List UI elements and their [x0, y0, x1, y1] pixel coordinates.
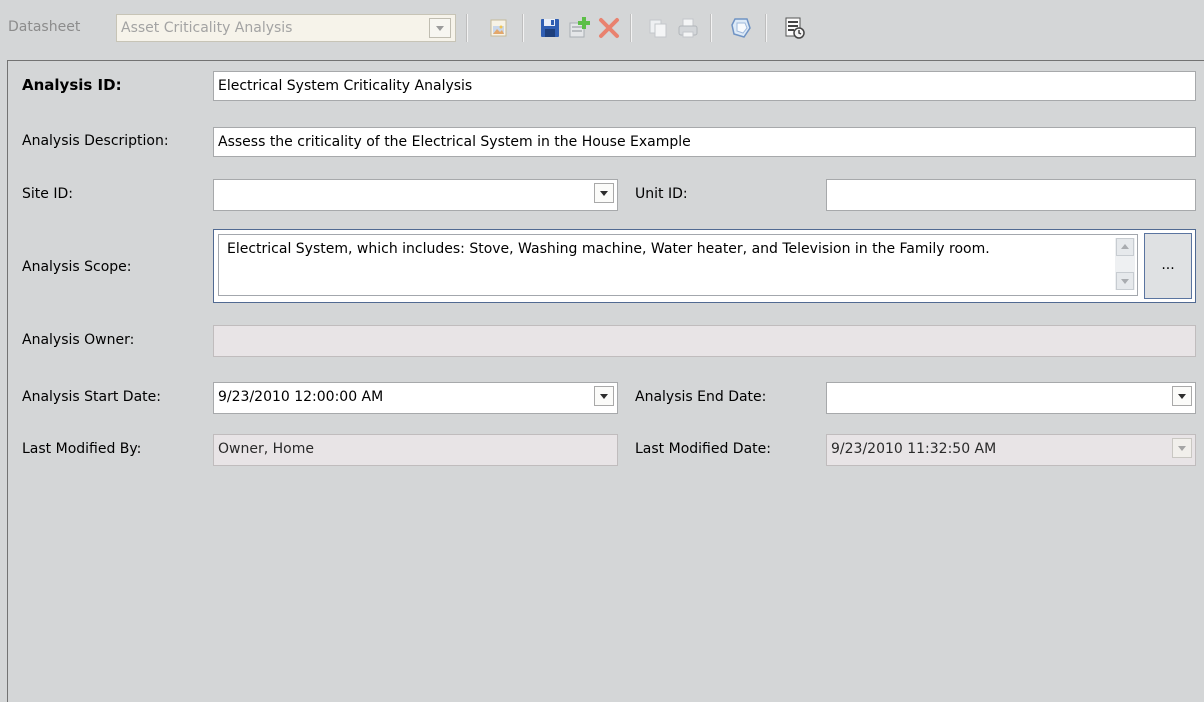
datasheet-select[interactable]: Asset Criticality Analysis [116, 14, 456, 42]
analysis-scope-scrollbar[interactable] [1115, 238, 1135, 290]
analysis-scope-label: Analysis Scope: [22, 259, 132, 275]
image-icon[interactable] [484, 14, 512, 42]
last-modified-by-label: Last Modified By: [22, 441, 142, 457]
unit-id-field[interactable] [826, 179, 1196, 211]
analysis-id-field[interactable]: Electrical System Criticality Analysis [213, 71, 1196, 101]
site-id-label: Site ID: [22, 186, 73, 202]
last-modified-date-value: 9/23/2010 11:32:50 AM [831, 441, 997, 457]
toolbar-separator [522, 14, 524, 42]
analysis-description-label: Analysis Description: [22, 133, 169, 149]
report-icon[interactable] [780, 14, 808, 42]
datasheet-select-value: Asset Criticality Analysis [121, 20, 293, 36]
site-id-dropdown-button[interactable] [594, 183, 614, 203]
save-icon[interactable] [536, 14, 564, 42]
analysis-start-date-label: Analysis Start Date: [22, 389, 161, 405]
last-modified-date-label: Last Modified Date: [635, 441, 771, 457]
analysis-start-date-picker[interactable]: 9/23/2010 12:00:00 AM [213, 382, 618, 414]
copy-icon[interactable] [644, 14, 672, 42]
analysis-end-date-label: Analysis End Date: [635, 389, 767, 405]
analysis-end-date-picker[interactable] [826, 382, 1196, 414]
end-date-dropdown-button[interactable] [1172, 386, 1192, 406]
toolbar: Datasheet Asset Criticality Analysis [0, 0, 1204, 60]
analysis-description-field[interactable]: Assess the criticality of the Electrical… [213, 127, 1196, 157]
analysis-scope-value: Electrical System, which includes: Stove… [227, 241, 990, 257]
print-icon[interactable] [674, 14, 702, 42]
scroll-down-icon[interactable] [1116, 272, 1134, 290]
last-modified-by-field: Owner, Home [213, 434, 618, 466]
site-id-select[interactable] [213, 179, 618, 211]
analysis-id-label: Analysis ID: [22, 76, 122, 94]
analysis-scope-expand-button[interactable]: ... [1144, 233, 1192, 299]
analysis-start-date-value: 9/23/2010 12:00:00 AM [218, 389, 384, 405]
start-date-dropdown-button[interactable] [594, 386, 614, 406]
datasheet-form: Analysis ID: Electrical System Criticali… [7, 60, 1204, 702]
scroll-up-icon[interactable] [1116, 238, 1134, 256]
analysis-scope-editor: Electrical System, which includes: Stove… [213, 229, 1196, 303]
toolbar-separator [466, 14, 468, 42]
analysis-scope-textarea[interactable]: Electrical System, which includes: Stove… [218, 234, 1138, 296]
delete-icon[interactable] [595, 14, 623, 42]
datasheet-dropdown-button[interactable] [429, 18, 451, 38]
new-record-icon[interactable] [565, 14, 593, 42]
datasheet-label: Datasheet [8, 19, 81, 35]
last-modified-date-picker: 9/23/2010 11:32:50 AM [826, 434, 1196, 466]
analysis-owner-field [213, 325, 1196, 357]
toolbar-separator [765, 14, 767, 42]
last-modified-date-dropdown-button [1172, 438, 1192, 458]
toolbar-separator [710, 14, 712, 42]
tag-icon[interactable] [727, 14, 755, 42]
unit-id-label: Unit ID: [635, 186, 688, 202]
analysis-owner-label: Analysis Owner: [22, 332, 135, 348]
toolbar-separator [630, 14, 632, 42]
